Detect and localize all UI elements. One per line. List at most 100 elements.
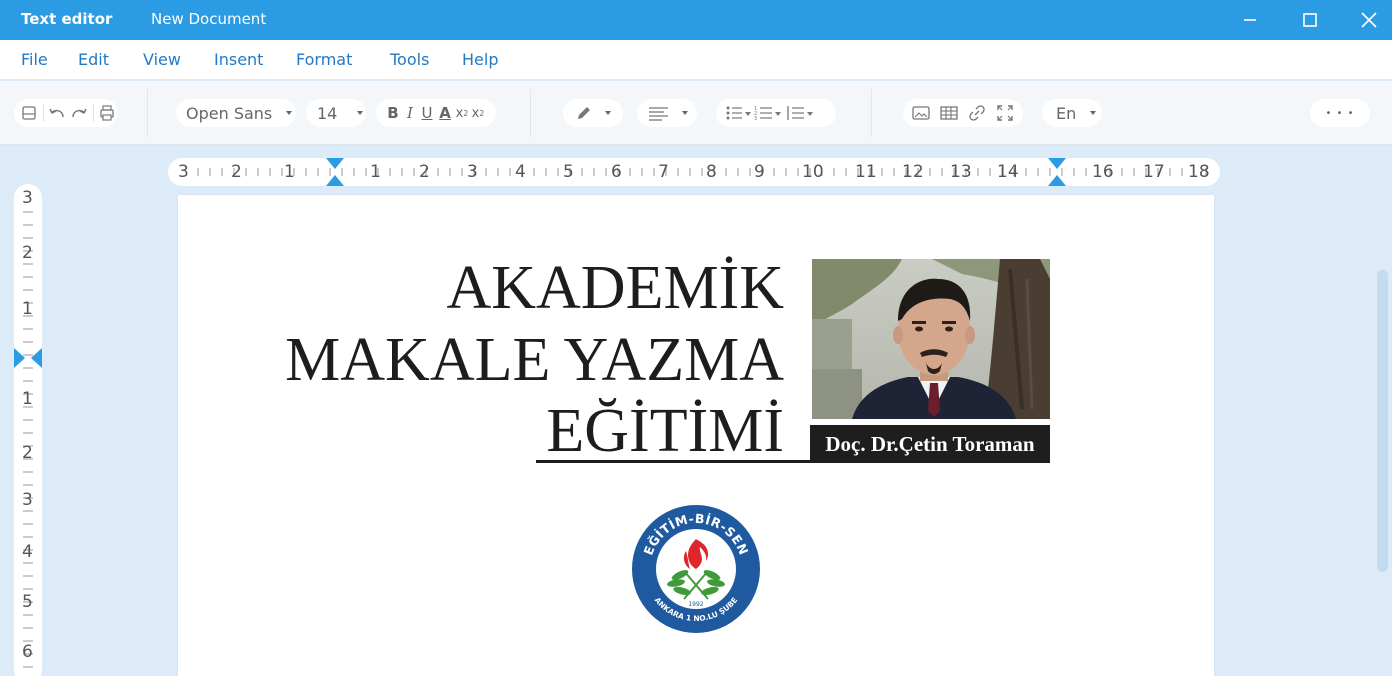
ruler-label: 10 xyxy=(802,162,824,182)
chevron-down-icon xyxy=(1090,111,1097,115)
close-icon xyxy=(1361,12,1377,28)
svg-text:3: 3 xyxy=(754,116,757,121)
subscript-icon[interactable]: x2 xyxy=(454,102,470,124)
font-size-select[interactable]: 14 xyxy=(306,99,366,127)
text-style-group: B I U A x2 x2 xyxy=(376,99,496,127)
redo-icon[interactable] xyxy=(68,102,90,124)
font-size-value: 14 xyxy=(317,103,338,123)
egitim-bir-sen-logo[interactable]: EĞİTİM-BİR-SEN ANKARA 1 NO.LU ŞUBE 1992 xyxy=(630,503,762,635)
bullet-list-icon[interactable] xyxy=(724,102,752,124)
scrollbar-thumb[interactable] xyxy=(1377,270,1388,572)
language-select[interactable]: En xyxy=(1042,99,1102,127)
menu-file[interactable]: File xyxy=(21,50,48,69)
menu-bar: File Edit View Insent Format Tools Help xyxy=(0,40,1392,80)
ruler-label: 1 xyxy=(22,389,33,409)
portrait-image xyxy=(812,259,1050,419)
toolbar-divider xyxy=(871,89,872,137)
photo-caption: Doç. Dr.Çetin Toraman xyxy=(810,425,1050,463)
toolbar: Open Sans 14 B I U A x2 x2 1 2 3 En • • … xyxy=(0,81,1392,145)
ruler-label: 9 xyxy=(754,162,765,182)
chevron-down-icon xyxy=(286,111,293,115)
chevron-down-icon xyxy=(682,111,688,115)
highlight-select[interactable] xyxy=(563,99,623,127)
menu-help[interactable]: Help xyxy=(462,50,498,69)
ruler-label: 3 xyxy=(467,162,478,182)
ruler-label: 2 xyxy=(22,243,33,263)
menu-format[interactable]: Format xyxy=(296,50,352,69)
ruler-label: 2 xyxy=(22,443,33,463)
more-options-button[interactable]: • • • xyxy=(1310,99,1370,127)
image-icon[interactable] xyxy=(907,102,935,124)
underline-icon[interactable]: U xyxy=(418,102,436,124)
vertical-ruler: 3 2 1 1 2 3 4 5 6 xyxy=(14,184,42,676)
link-icon[interactable] xyxy=(963,102,991,124)
author-photo[interactable] xyxy=(812,259,1050,419)
numbered-list-icon[interactable]: 123 xyxy=(752,102,784,124)
document-page[interactable]: AKADEMİK MAKALE YAZMA EĞİTİMİ Doç. Dr.Çe… xyxy=(178,195,1214,676)
save-icon[interactable] xyxy=(18,102,40,124)
chevron-down-icon xyxy=(605,111,611,115)
ruler-label: 6 xyxy=(611,162,622,182)
more-icon: • • • xyxy=(1325,107,1355,119)
title-line-3: EĞİTİMİ xyxy=(546,397,784,465)
document-name: New Document xyxy=(151,10,267,28)
close-button[interactable] xyxy=(1357,8,1381,32)
ruler-label: 4 xyxy=(515,162,526,182)
ruler-label: 8 xyxy=(706,162,717,182)
font-family-value: Open Sans xyxy=(186,103,273,123)
ruler-label: 12 xyxy=(902,162,924,182)
language-value: En xyxy=(1056,103,1077,123)
ruler-label: 2 xyxy=(419,162,430,182)
ruler-label: 5 xyxy=(22,592,33,612)
top-margin-marker[interactable] xyxy=(14,348,42,368)
ruler-label: 1 xyxy=(370,162,381,182)
font-family-select[interactable]: Open Sans xyxy=(176,99,296,127)
text-color-icon[interactable]: A xyxy=(436,102,454,124)
minimize-icon xyxy=(1244,19,1256,21)
title-line-2: MAKALE YAZMA xyxy=(285,326,784,394)
chevron-down-icon xyxy=(357,111,364,115)
align-left-icon xyxy=(649,107,668,121)
italic-icon[interactable]: I xyxy=(402,102,418,124)
ruler-ticks xyxy=(197,158,1207,186)
horizontal-ruler: 3 2 1 1 2 3 4 5 6 7 8 9 10 11 12 13 14 1… xyxy=(168,158,1220,186)
menu-insert[interactable]: Insent xyxy=(214,50,263,69)
right-indent-marker[interactable] xyxy=(1048,158,1066,186)
title-underline xyxy=(536,460,810,463)
ruler-label: 13 xyxy=(950,162,972,182)
print-icon[interactable] xyxy=(97,102,119,124)
ruler-label: 3 xyxy=(22,188,33,208)
maximize-icon xyxy=(1303,13,1317,27)
text-editor-app: Text editor New Document File Edit View … xyxy=(0,0,1392,676)
menu-edit[interactable]: Edit xyxy=(78,50,109,69)
minimize-button[interactable] xyxy=(1238,8,1262,32)
title-line-1: AKADEMİK xyxy=(446,254,784,322)
toolbar-divider xyxy=(147,89,148,137)
menu-tools[interactable]: Tools xyxy=(390,50,429,69)
table-icon[interactable] xyxy=(935,102,963,124)
ruler-label: 4 xyxy=(22,542,33,562)
ruler-label: 3 xyxy=(178,162,189,182)
fullscreen-icon[interactable] xyxy=(991,102,1019,124)
ruler-label: 18 xyxy=(1188,162,1210,182)
ruler-label: 2 xyxy=(231,162,242,182)
menu-view[interactable]: View xyxy=(143,50,181,69)
undo-icon[interactable] xyxy=(47,102,69,124)
ruler-label: 7 xyxy=(658,162,669,182)
file-actions-group xyxy=(14,99,118,127)
multilevel-list-icon[interactable] xyxy=(784,102,816,124)
pen-icon xyxy=(578,107,590,119)
superscript-icon[interactable]: x2 xyxy=(470,102,486,124)
align-select[interactable] xyxy=(637,99,697,127)
bold-icon[interactable]: B xyxy=(384,102,402,124)
ruler-label: 11 xyxy=(855,162,877,182)
ruler-label: 1 xyxy=(22,299,33,319)
ruler-label: 5 xyxy=(563,162,574,182)
ruler-label: 1 xyxy=(284,162,295,182)
list-group: 123 xyxy=(716,99,836,127)
toolbar-divider xyxy=(530,89,531,137)
maximize-button[interactable] xyxy=(1298,8,1322,32)
left-indent-marker[interactable] xyxy=(326,158,344,186)
app-name: Text editor xyxy=(21,10,113,28)
ruler-label: 3 xyxy=(22,490,33,510)
